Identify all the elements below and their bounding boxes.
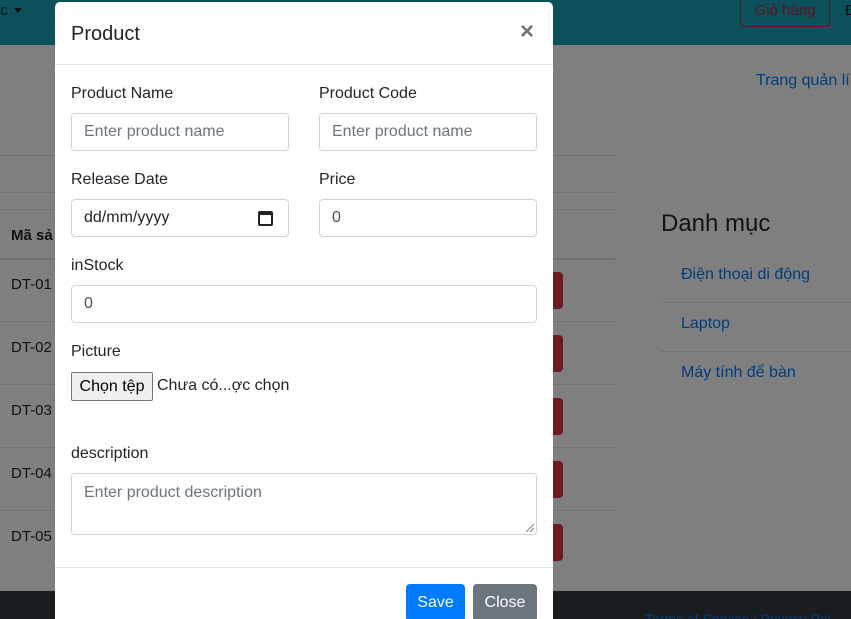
product-code-input[interactable]: Enter product name: [319, 113, 537, 151]
description-placeholder: Enter product description: [84, 484, 262, 501]
calendar-icon[interactable]: [258, 211, 273, 226]
picture-label: Picture: [71, 343, 121, 360]
instock-label: inStock: [71, 257, 124, 274]
modal-header: Product ×: [55, 2, 553, 65]
release-date-placeholder: dd/mm/yyyy: [84, 209, 170, 226]
close-button[interactable]: Close: [473, 584, 537, 619]
product-code-label: Product Code: [319, 85, 417, 102]
choose-file-button[interactable]: Chọn tệp: [71, 372, 153, 401]
description-textarea[interactable]: Enter product description: [71, 473, 537, 535]
release-date-label: Release Date: [71, 171, 168, 188]
resize-grip-icon[interactable]: [526, 524, 534, 532]
file-status: Chưa có...ợc chọn: [157, 377, 290, 394]
modal-title: Product: [71, 23, 140, 45]
product-modal: Product × Product Name Enter product nam…: [55, 2, 553, 619]
price-label: Price: [319, 171, 356, 188]
instock-input[interactable]: 0: [71, 285, 537, 323]
close-icon[interactable]: ×: [520, 20, 534, 44]
release-date-input[interactable]: dd/mm/yyyy: [71, 199, 289, 237]
product-name-label: Product Name: [71, 85, 174, 102]
modal-footer-divider: [55, 567, 553, 568]
description-label: description: [71, 445, 149, 462]
product-name-input[interactable]: Enter product name: [71, 113, 289, 151]
save-button[interactable]: Save: [406, 584, 465, 619]
price-input[interactable]: 0: [319, 199, 537, 237]
